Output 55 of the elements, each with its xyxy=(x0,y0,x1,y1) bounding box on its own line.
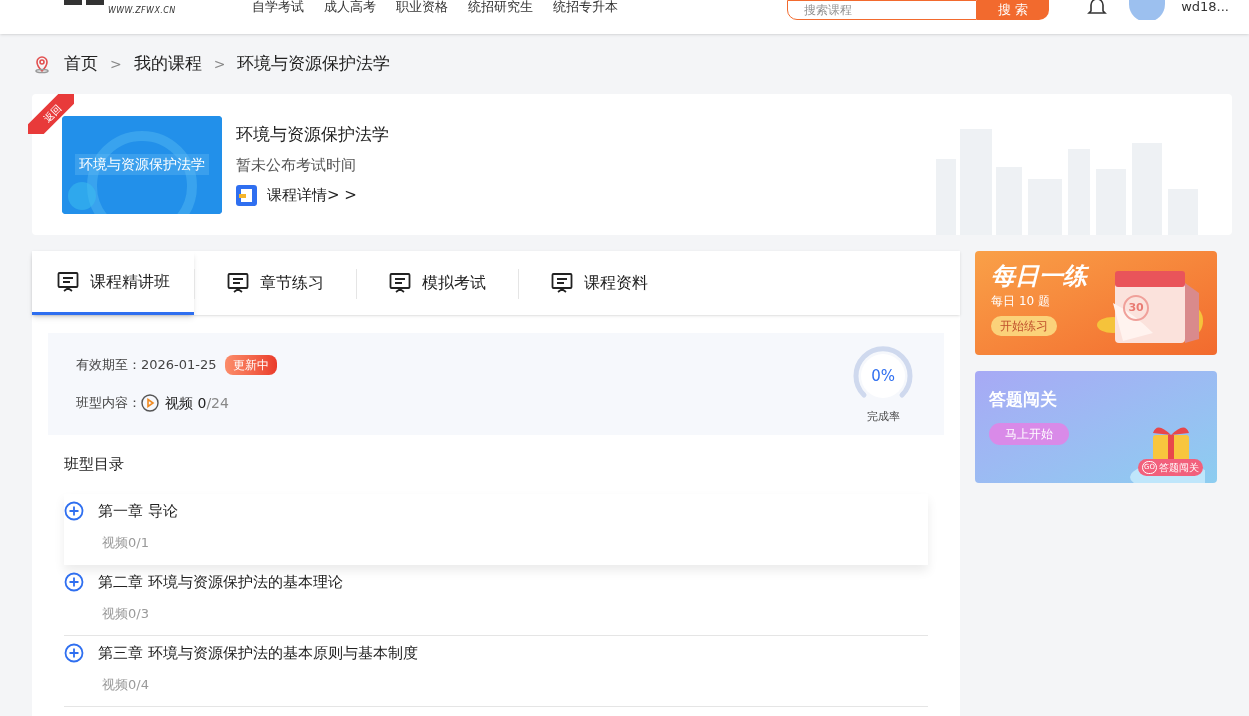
content-label: 班型内容： xyxy=(76,394,141,413)
expand-plus-icon[interactable] xyxy=(64,643,84,664)
expand-plus-icon[interactable] xyxy=(64,501,84,522)
username[interactable]: wd18... xyxy=(1181,0,1229,14)
chapter-title: 第二章 环境与资源保护法的基本理论 xyxy=(98,572,343,593)
chapter-row[interactable]: 第三章 环境与资源保护法的基本原则与基本制度 视频0/4 xyxy=(64,636,929,707)
play-icon xyxy=(141,394,159,412)
location-pin-icon xyxy=(32,54,52,74)
breadcrumb-separator: > xyxy=(213,54,226,74)
course-tab[interactable]: 章节练习 xyxy=(194,251,356,315)
presentation-board-icon xyxy=(388,271,412,295)
presentation-board-icon xyxy=(550,271,574,295)
nav-link[interactable]: 统招专升本 xyxy=(553,0,618,14)
logo-icon xyxy=(64,0,104,5)
presentation-board-icon xyxy=(226,271,250,295)
course-title: 环境与资源保护法学 xyxy=(236,123,389,147)
course-tab[interactable]: 课程资料 xyxy=(518,251,680,315)
validity-date: 2026-01-25 xyxy=(141,355,217,374)
nav-link[interactable]: 自学考试 xyxy=(252,0,304,14)
expand-plus-icon[interactable] xyxy=(64,572,84,593)
bell-icon[interactable] xyxy=(1087,0,1108,16)
presentation-board-icon xyxy=(56,269,80,294)
nav-link[interactable]: 统招研究生 xyxy=(468,0,533,14)
banner-title: 答题闯关 xyxy=(989,388,1058,411)
chapter-video-count: 视频0/1 xyxy=(102,533,150,552)
breadcrumb-link[interactable]: 环境与资源保护法学 xyxy=(237,51,391,77)
document-icon xyxy=(236,185,257,206)
breadcrumb-link[interactable]: 我的课程 xyxy=(133,51,202,77)
exam-time: 暂未公布考试时间 xyxy=(236,154,356,176)
search-field[interactable]: 搜索课程 xyxy=(787,0,978,20)
course-tab[interactable]: 课程精讲班 xyxy=(32,251,194,315)
quiz-tag: 答题闯关 xyxy=(1159,460,1200,475)
banner-subtitle: 每日 10 题 xyxy=(991,293,1050,310)
chapter-title: 第一章 导论 xyxy=(98,501,178,522)
chapter-video-count: 视频0/4 xyxy=(102,675,150,694)
completion-percent: 0% xyxy=(871,366,895,385)
nav-link[interactable]: 成人高考 xyxy=(324,0,376,14)
banner-title: 每日一练 xyxy=(991,261,1088,291)
nav-link[interactable]: 职业资格 xyxy=(396,0,448,14)
status-badge: 更新中 xyxy=(224,354,277,375)
catalog-title: 班型目录 xyxy=(64,454,124,475)
cover-title: 环境与资源保护法学 xyxy=(75,154,209,175)
chapter-title: 第三章 环境与资源保护法的基本原则与基本制度 xyxy=(98,643,418,664)
video-count: 视频 0/24 xyxy=(165,393,229,413)
chapter-row[interactable]: 第二章 环境与资源保护法的基本理论 视频0/3 xyxy=(64,565,929,636)
logo-url: WWW.ZFWX.CN xyxy=(108,6,176,16)
course-tab[interactable]: 模拟考试 xyxy=(356,251,518,315)
course-details-link[interactable]: 课程详情> > xyxy=(236,184,357,207)
breadcrumb-separator: > xyxy=(110,54,122,74)
chapter-row[interactable]: 第一章 导论 视频0/1 xyxy=(64,494,929,565)
calendar-day-number: 30 xyxy=(1128,299,1144,316)
breadcrumb-link[interactable]: 首页 xyxy=(64,51,98,77)
completion-caption: 完成率 xyxy=(866,408,900,425)
validity-label: 有效期至： xyxy=(76,355,141,374)
chapter-video-count: 视频0/3 xyxy=(102,604,150,623)
